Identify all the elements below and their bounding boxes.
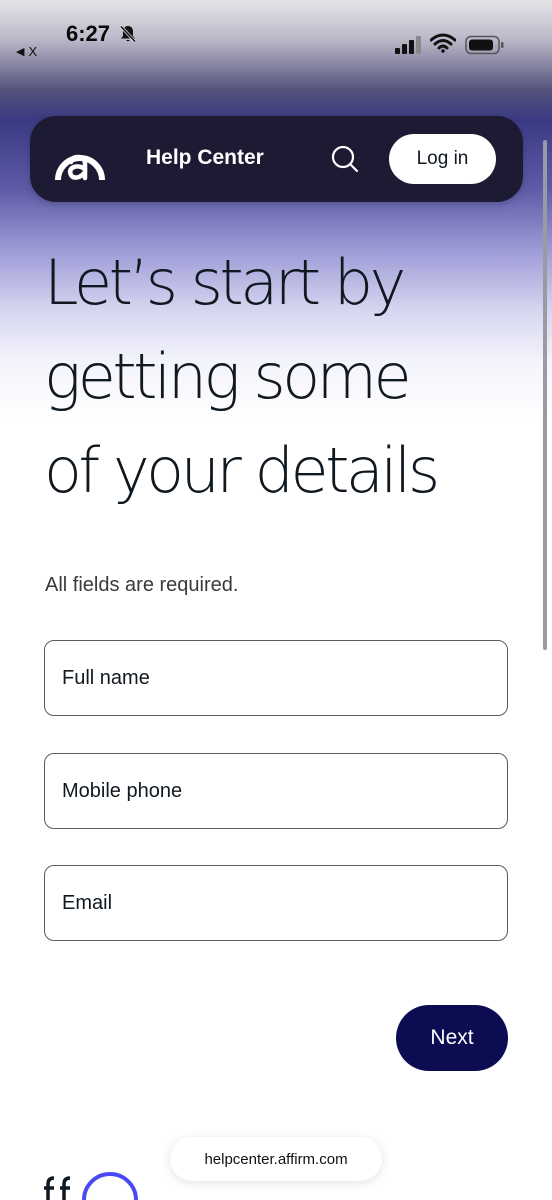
- mobile-phone-input[interactable]: [45, 754, 507, 828]
- back-to-app-link[interactable]: ◀ X: [16, 44, 37, 59]
- wifi-icon: [430, 33, 456, 53]
- status-time: 6:27: [66, 21, 111, 46]
- full-name-input[interactable]: [45, 641, 507, 715]
- bell-slash-icon: [119, 25, 137, 43]
- login-button[interactable]: Log in: [389, 134, 496, 184]
- status-bar: 6:27 ◀ X: [0, 0, 552, 70]
- search-icon[interactable]: [330, 144, 360, 174]
- signal-icon: [395, 36, 421, 54]
- affirm-logo-icon[interactable]: [52, 134, 108, 184]
- back-triangle-icon: ◀: [16, 46, 25, 58]
- email-input[interactable]: [45, 866, 507, 940]
- back-app-label: X: [28, 44, 38, 59]
- browser-url-bar[interactable]: helpcenter.affirm.com: [170, 1137, 382, 1181]
- required-fields-note: All fields are required.: [45, 574, 239, 596]
- page-scrollbar[interactable]: [543, 140, 547, 650]
- headline-line-3: of your details: [44, 434, 440, 507]
- battery-icon: [465, 35, 504, 55]
- email-field-container: [44, 865, 508, 941]
- mobile-phone-field-container: [44, 753, 508, 829]
- footer-affirm-logo-icon: [44, 1172, 138, 1200]
- top-navigation-bar: Help Center Log in: [30, 116, 523, 202]
- page-headline: Let’s start by getting some of your deta…: [44, 236, 524, 518]
- browser-url-text: helpcenter.affirm.com: [204, 1150, 348, 1168]
- headline-line-2: getting some: [44, 340, 412, 413]
- next-button[interactable]: Next: [396, 1005, 508, 1071]
- headline-line-1: Let’s start by: [44, 246, 406, 319]
- nav-title[interactable]: Help Center: [146, 146, 264, 170]
- full-name-field-container: [44, 640, 508, 716]
